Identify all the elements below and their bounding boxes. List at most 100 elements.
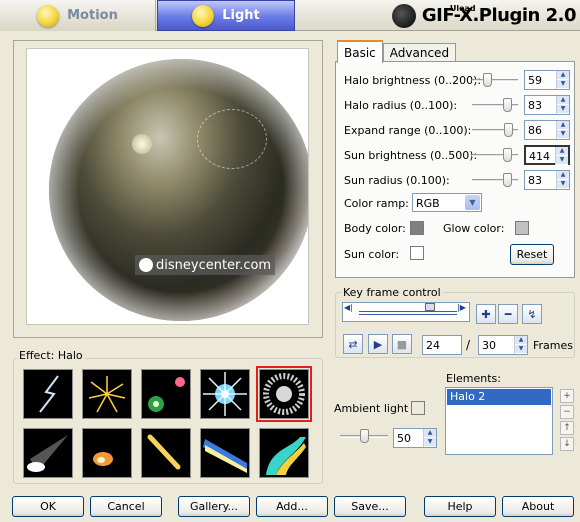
halo-radius-label: Halo radius (0..100): [344, 98, 458, 112]
sun-radius-label: Sun radius (0.100): [344, 173, 450, 187]
keyframe-last-icon[interactable]: |▶ [457, 303, 466, 312]
remove-keyframe-icon[interactable]: ━ [498, 304, 518, 324]
tab-motion-label: Motion [67, 8, 118, 23]
tab-basic[interactable]: Basic [337, 40, 383, 63]
effect-aurora[interactable] [259, 428, 309, 478]
gallery-button[interactable]: Gallery... [178, 496, 250, 517]
tab-motion[interactable]: Motion [0, 0, 156, 31]
tab-advanced-label: Advanced [389, 46, 450, 60]
settings-tabs: Basic Advanced [337, 40, 457, 63]
watermark-text: disneycenter.com [156, 257, 272, 273]
effects-title: Effect: Halo [17, 349, 85, 362]
effect-firework[interactable] [82, 369, 132, 419]
keyframe-slider[interactable]: ◀| |▶ [342, 302, 470, 322]
sun-radius-field[interactable]: 83 ▲ ▼ [524, 170, 570, 190]
halo-glow [49, 59, 308, 321]
light-bulb-icon [192, 4, 215, 27]
effect-lens-flare[interactable] [141, 369, 191, 419]
play-icon[interactable]: ▶ [368, 334, 388, 354]
keyframe-first-icon[interactable]: ◀| [344, 303, 353, 312]
ambient-light-field[interactable]: 50 ▲ ▼ [393, 428, 437, 448]
beam-icon [203, 439, 247, 473]
add-button[interactable]: Add... [256, 496, 328, 517]
firework-icon [88, 376, 126, 413]
mickey-icon [139, 258, 153, 272]
motion-icon [37, 4, 60, 27]
reset-button[interactable]: Reset [510, 244, 554, 265]
elements-title: Elements: [446, 372, 501, 385]
cancel-button[interactable]: Cancel [90, 496, 162, 517]
move-down-icon[interactable]: ↓ [560, 437, 574, 451]
ambient-light-label: Ambient light [334, 402, 409, 415]
save-button[interactable]: Save... [334, 496, 406, 517]
sun-color-swatch[interactable] [410, 246, 424, 260]
remove-element-icon[interactable]: − [560, 405, 574, 419]
lens-flare-icon [148, 377, 185, 412]
halo-radius-slider[interactable] [472, 95, 518, 115]
brand-small: Ulead [449, 4, 476, 13]
body-color-label: Body color: [344, 221, 406, 235]
lightning-icon [39, 375, 59, 413]
sun-brightness-slider[interactable] [472, 145, 518, 165]
list-item[interactable]: Halo 2 [447, 389, 551, 405]
color-ramp-select[interactable]: RGB ▼ [412, 193, 482, 212]
reverse-keyframe-icon[interactable]: ↯ [522, 304, 542, 324]
tab-light[interactable]: Light [157, 0, 295, 31]
halo-brightness-label: Halo brightness (0..200): [344, 73, 482, 87]
loop-icon[interactable]: ⇄ [343, 334, 363, 354]
halo-brightness-slider[interactable] [472, 70, 518, 90]
watermark: disneycenter.com [135, 255, 276, 275]
expand-range-label: Expand range (0..100): [344, 123, 472, 137]
sun-color-label: Sun color: [344, 247, 400, 261]
frame-separator: / [466, 338, 471, 352]
halo-brightness-field[interactable]: 59 ▲ ▼ [524, 70, 570, 90]
tab-advanced[interactable]: Advanced [382, 43, 457, 62]
color-ramp-label: Color ramp: [344, 196, 409, 210]
basic-panel: Halo brightness (0..200): 59 ▲ ▼ Halo rad… [335, 61, 575, 278]
expand-range-slider[interactable] [472, 120, 518, 140]
add-keyframe-icon[interactable]: ✚ [476, 304, 496, 324]
effect-beam[interactable] [200, 428, 250, 478]
ulead-logo-icon [391, 3, 416, 28]
star-burst-icon [203, 372, 247, 416]
glow-color-swatch[interactable] [515, 221, 529, 235]
halo-icon [263, 373, 305, 415]
preview-canvas: disneycenter.com [26, 48, 309, 325]
elements-list[interactable]: Halo 2 [445, 387, 553, 455]
brand-name: GIF-X.Plugin 2.0 [421, 5, 577, 26]
frames-label: Frames [533, 339, 574, 352]
brand-logo: Ulead GIF-X.Plugin 2.0 [391, 0, 577, 31]
help-button[interactable]: Help [424, 496, 496, 517]
keyframe-title: Key frame control [341, 286, 443, 299]
meteor-icon [147, 434, 181, 470]
chevron-down-icon: ▼ [465, 195, 480, 210]
effect-lightning[interactable] [23, 369, 73, 419]
spotlight-icon [27, 435, 68, 472]
total-frames-field[interactable]: 30 ▲ ▼ [478, 335, 528, 355]
effect-meteor[interactable] [141, 428, 191, 478]
effect-halo[interactable] [256, 366, 312, 422]
ok-button[interactable]: OK [12, 496, 84, 517]
color-ramp-value: RGB [416, 197, 440, 210]
current-frame-field[interactable]: 24 [422, 335, 462, 355]
body-color-swatch[interactable] [410, 221, 424, 235]
about-button[interactable]: About [502, 496, 574, 517]
stop-icon[interactable]: ■ [392, 334, 412, 354]
add-element-icon[interactable]: + [560, 389, 574, 403]
sun-brightness-field[interactable]: 414 ▲ ▼ [524, 145, 570, 165]
move-up-icon[interactable]: ↑ [560, 421, 574, 435]
glow-color-label: Glow color: [443, 221, 505, 235]
comet-icon [93, 452, 113, 466]
effect-spotlight[interactable] [23, 428, 73, 478]
ambient-light-checkbox[interactable] [411, 401, 425, 415]
ambient-light-slider[interactable] [340, 426, 388, 446]
keyframe-thumb[interactable] [425, 303, 435, 311]
expand-range-field[interactable]: 86 ▲ ▼ [524, 120, 570, 140]
aurora-icon [266, 437, 306, 475]
tab-basic-label: Basic [344, 45, 376, 60]
sun-radius-slider[interactable] [472, 170, 518, 190]
effect-comet[interactable] [82, 428, 132, 478]
effect-star-burst[interactable] [200, 369, 250, 419]
halo-radius-field[interactable]: 83 ▲ ▼ [524, 95, 570, 115]
sun-brightness-label: Sun brightness (0..500): [344, 148, 478, 162]
